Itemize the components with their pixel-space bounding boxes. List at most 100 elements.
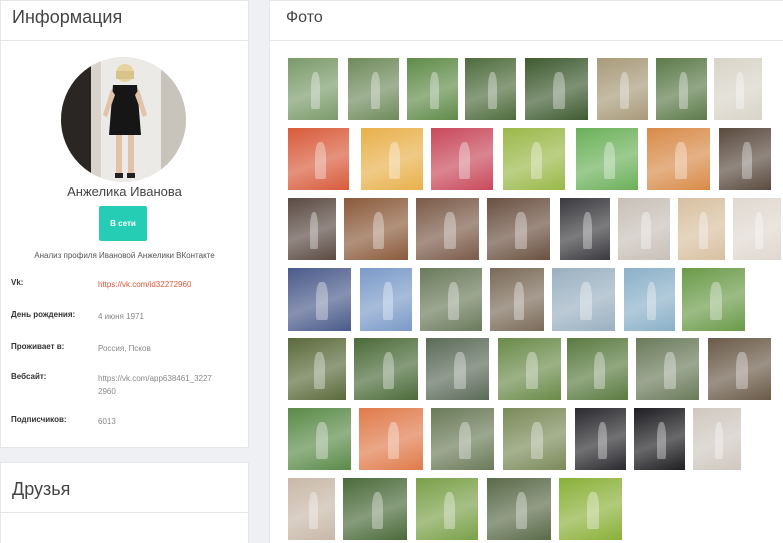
- photo-thumbnail[interactable]: [416, 478, 478, 540]
- photo-thumbnail[interactable]: [714, 58, 762, 120]
- photo-thumbnail[interactable]: [288, 58, 338, 120]
- photos-panel-title: Фото: [270, 1, 783, 41]
- photo-subject: [664, 351, 676, 389]
- photo-subject: [370, 71, 381, 109]
- photo-thumbnail[interactable]: [656, 58, 707, 120]
- online-status-button[interactable]: В сети: [99, 206, 147, 241]
- photo-subject: [526, 351, 538, 389]
- photo-thumbnail[interactable]: [288, 408, 351, 470]
- photo-subject: [699, 211, 708, 249]
- photo-thumbnail[interactable]: [498, 338, 561, 400]
- photo-subject: [487, 71, 498, 109]
- info-label: Vk:: [11, 278, 24, 287]
- info-value: 4 июня 1971: [98, 312, 144, 321]
- photo-thumbnail[interactable]: [431, 128, 493, 190]
- website-link[interactable]: https://vk.com/app638461_32272960: [98, 372, 213, 398]
- photo-subject: [458, 141, 471, 179]
- friends-panel: Друзья: [0, 462, 249, 543]
- photo-subject: [454, 351, 466, 389]
- photo-thumbnail[interactable]: [647, 128, 710, 190]
- photo-thumbnail[interactable]: [288, 198, 336, 260]
- photo-subject: [316, 421, 328, 459]
- photo-thumbnail[interactable]: [431, 408, 494, 470]
- photo-thumbnail[interactable]: [288, 338, 346, 400]
- photo-subject: [383, 281, 393, 320]
- photo-subject: [371, 491, 384, 529]
- photo-thumbnail[interactable]: [682, 268, 745, 331]
- photo-subject: [710, 281, 722, 320]
- photo-thumbnail[interactable]: [636, 338, 699, 400]
- photo-subject: [514, 281, 525, 320]
- photos-panel: Фото: [269, 0, 783, 543]
- photo-thumbnail[interactable]: [618, 198, 670, 260]
- photo-thumbnail[interactable]: [624, 268, 675, 331]
- profile-name: Анжелика Иванова: [67, 184, 182, 199]
- photo-subject: [309, 211, 319, 249]
- photo-subject: [675, 141, 687, 179]
- photo-thumbnail[interactable]: [560, 198, 610, 260]
- info-value: Россия, Псков: [98, 344, 151, 353]
- photo-thumbnail[interactable]: [552, 268, 615, 331]
- photo-subject: [309, 491, 318, 529]
- photo-subject: [443, 491, 456, 529]
- info-label: День рождения:: [11, 310, 76, 319]
- photo-thumbnail[interactable]: [343, 478, 407, 540]
- photo-thumbnail[interactable]: [576, 128, 638, 190]
- info-label: Вебсайт:: [11, 372, 47, 381]
- photo-subject: [387, 421, 400, 459]
- photo-thumbnail[interactable]: [359, 408, 423, 470]
- photo-thumbnail[interactable]: [567, 338, 628, 400]
- photo-thumbnail[interactable]: [708, 338, 771, 400]
- photo-subject: [429, 71, 440, 109]
- photo-thumbnail[interactable]: [525, 58, 588, 120]
- photo-thumbnail[interactable]: [487, 478, 551, 540]
- photo-thumbnail[interactable]: [490, 268, 544, 331]
- photo-subject: [742, 141, 752, 179]
- photo-subject: [678, 71, 689, 109]
- photo-thumbnail[interactable]: [503, 128, 565, 190]
- photo-thumbnail[interactable]: [348, 58, 399, 120]
- photo-subject: [646, 281, 657, 320]
- photo-thumbnail[interactable]: [559, 478, 622, 540]
- photo-thumbnail[interactable]: [678, 198, 725, 260]
- photo-subject: [587, 491, 599, 529]
- photo-thumbnail[interactable]: [420, 268, 482, 331]
- photo-thumbnail[interactable]: [719, 128, 771, 190]
- photo-thumbnail[interactable]: [634, 408, 685, 470]
- photo-thumbnail[interactable]: [487, 198, 550, 260]
- profile-avatar[interactable]: [61, 57, 186, 182]
- photo-thumbnail[interactable]: [575, 408, 626, 470]
- photo-subject: [447, 281, 460, 320]
- photo-subject: [388, 141, 401, 179]
- photo-thumbnail[interactable]: [426, 338, 489, 400]
- photo-subject: [603, 141, 616, 179]
- photo-thumbnail[interactable]: [693, 408, 741, 470]
- photo-thumbnail[interactable]: [288, 268, 351, 331]
- photo-thumbnail[interactable]: [597, 58, 648, 120]
- photo-subject: [736, 351, 748, 389]
- photo-subject: [735, 71, 745, 109]
- photo-subject: [582, 211, 592, 249]
- photo-thumbnail[interactable]: [407, 58, 458, 120]
- info-value: 6013: [98, 417, 116, 426]
- photo-thumbnail[interactable]: [360, 268, 412, 331]
- info-label: Подписчиков:: [11, 415, 67, 424]
- photo-thumbnail[interactable]: [344, 198, 408, 260]
- photo-thumbnail[interactable]: [288, 478, 335, 540]
- photo-thumbnail[interactable]: [503, 408, 566, 470]
- photo-thumbnail[interactable]: [354, 338, 418, 400]
- photo-thumbnail[interactable]: [465, 58, 516, 120]
- photo-thumbnail[interactable]: [733, 198, 781, 260]
- vk-profile-link[interactable]: https://vk.com/id32272960: [98, 278, 238, 291]
- photo-subject: [714, 421, 724, 459]
- avatar-photo: [61, 57, 186, 182]
- photo-thumbnail[interactable]: [288, 128, 349, 190]
- photo-thumbnail[interactable]: [361, 128, 423, 190]
- photo-subject: [515, 211, 527, 249]
- photo-subject: [459, 421, 471, 459]
- photo-thumbnail[interactable]: [416, 198, 479, 260]
- photo-subject: [310, 71, 320, 109]
- photo-subject: [594, 351, 606, 389]
- photo-subject: [553, 71, 565, 109]
- photo-subject: [316, 281, 328, 320]
